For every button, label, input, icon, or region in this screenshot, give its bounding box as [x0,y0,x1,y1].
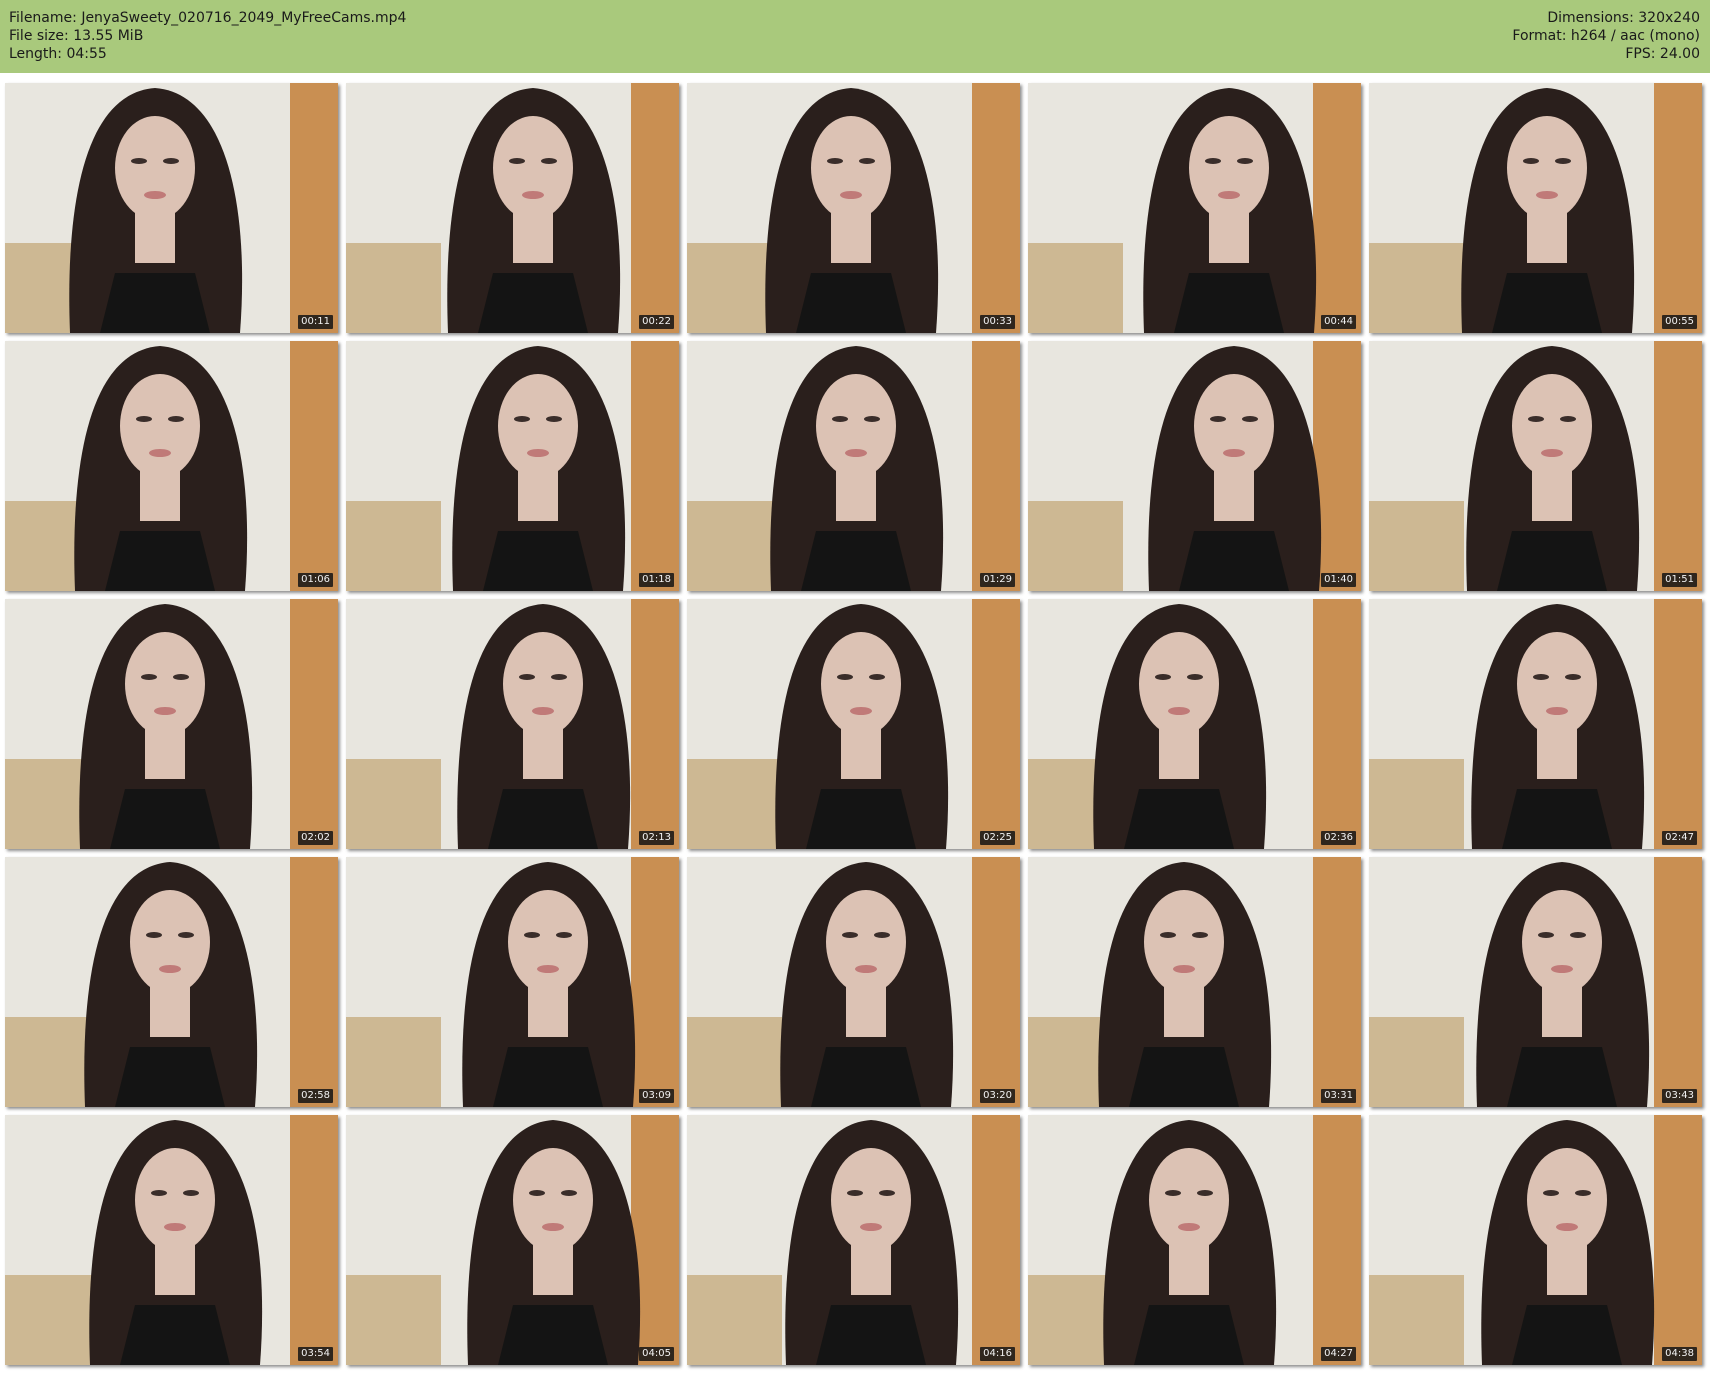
frame-image [1028,599,1361,849]
video-thumbnail[interactable]: 02:25 [687,599,1020,849]
timestamp-label: 00:44 [1321,315,1356,329]
timestamp-label: 04:16 [980,1347,1015,1361]
frame-image [1028,857,1361,1107]
frame-image [687,1115,1020,1365]
timestamp-label: 01:18 [639,573,674,587]
frame-image [687,83,1020,333]
video-thumbnail[interactable]: 00:33 [687,83,1020,333]
frame-image [687,341,1020,591]
timestamp-label: 02:25 [980,831,1015,845]
video-thumbnail[interactable]: 04:16 [687,1115,1020,1365]
timestamp-label: 02:58 [298,1089,333,1103]
frame-image [5,857,338,1107]
video-thumbnail[interactable]: 00:11 [5,83,338,333]
timestamp-label: 02:13 [639,831,674,845]
frame-image [687,857,1020,1107]
frame-image [346,341,679,591]
video-thumbnail[interactable]: 00:44 [1028,83,1361,333]
timestamp-label: 02:47 [1662,831,1697,845]
timestamp-label: 00:33 [980,315,1015,329]
video-thumbnail[interactable]: 03:09 [346,857,679,1107]
timestamp-label: 01:40 [1321,573,1356,587]
timestamp-label: 03:09 [639,1089,674,1103]
frame-image [346,857,679,1107]
video-thumbnail[interactable]: 02:47 [1369,599,1702,849]
timestamp-label: 04:38 [1662,1347,1697,1361]
timestamp-label: 04:27 [1321,1347,1356,1361]
timestamp-label: 03:54 [298,1347,333,1361]
timestamp-label: 01:06 [298,573,333,587]
timestamp-label: 02:02 [298,831,333,845]
timestamp-label: 00:55 [1662,315,1697,329]
frame-image [1369,83,1702,333]
timestamp-label: 01:29 [980,573,1015,587]
frame-image [1028,341,1361,591]
thumbnail-grid: 00:11 00:22 00:33 00:44 00:55 01:06 01:18 01:29… [0,0,1710,1373]
video-thumbnail[interactable]: 03:43 [1369,857,1702,1107]
video-thumbnail[interactable]: 03:31 [1028,857,1361,1107]
video-thumbnail[interactable]: 01:06 [5,341,338,591]
timestamp-label: 00:22 [639,315,674,329]
video-thumbnail[interactable]: 02:36 [1028,599,1361,849]
video-thumbnail[interactable]: 04:05 [346,1115,679,1365]
timestamp-label: 03:31 [1321,1089,1356,1103]
video-thumbnail[interactable]: 03:20 [687,857,1020,1107]
frame-image [5,599,338,849]
frame-image [346,83,679,333]
frame-image [1369,857,1702,1107]
frame-image [1369,599,1702,849]
timestamp-label: 01:51 [1662,573,1697,587]
timestamp-label: 02:36 [1321,831,1356,845]
video-thumbnail[interactable]: 04:38 [1369,1115,1702,1365]
frame-image [1369,1115,1702,1365]
video-thumbnail[interactable]: 01:40 [1028,341,1361,591]
frame-image [5,83,338,333]
frame-image [5,1115,338,1365]
video-thumbnail[interactable]: 01:51 [1369,341,1702,591]
video-thumbnail[interactable]: 02:58 [5,857,338,1107]
frame-image [1369,341,1702,591]
video-thumbnail[interactable]: 04:27 [1028,1115,1361,1365]
frame-image [1028,83,1361,333]
video-thumbnail[interactable]: 02:02 [5,599,338,849]
timestamp-label: 03:43 [1662,1089,1697,1103]
video-thumbnail[interactable]: 01:29 [687,341,1020,591]
timestamp-label: 04:05 [639,1347,674,1361]
video-thumbnail[interactable]: 00:22 [346,83,679,333]
frame-image [346,1115,679,1365]
video-thumbnail[interactable]: 02:13 [346,599,679,849]
frame-image [687,599,1020,849]
video-thumbnail[interactable]: 03:54 [5,1115,338,1365]
frame-image [1028,1115,1361,1365]
timestamp-label: 00:11 [298,315,333,329]
frame-image [5,341,338,591]
timestamp-label: 03:20 [980,1089,1015,1103]
frame-image [346,599,679,849]
video-thumbnail[interactable]: 01:18 [346,341,679,591]
video-thumbnail[interactable]: 00:55 [1369,83,1702,333]
